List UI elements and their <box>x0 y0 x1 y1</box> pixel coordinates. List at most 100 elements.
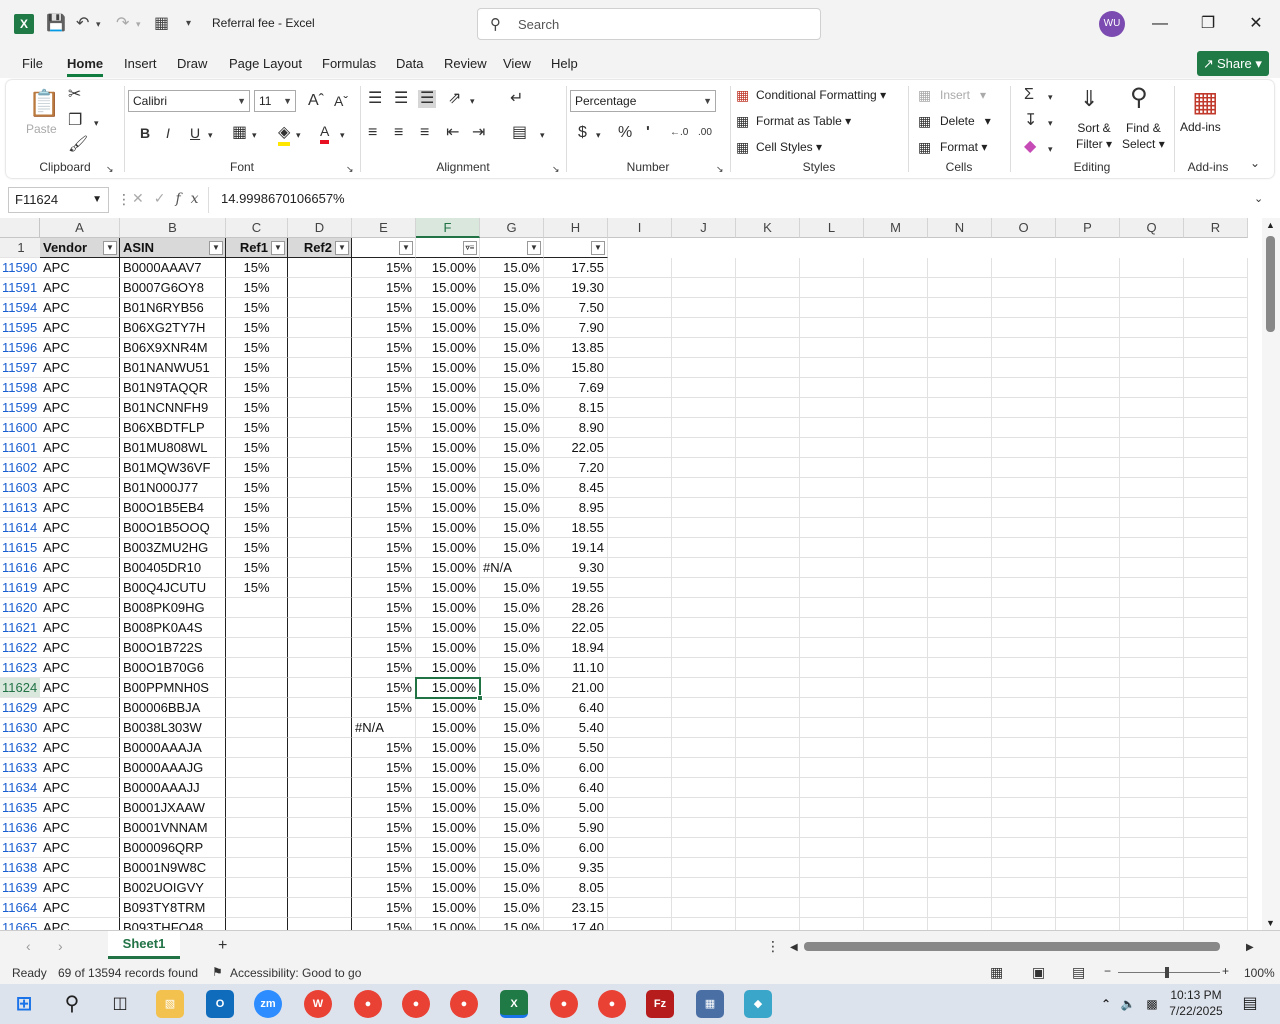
increase-decimal-icon[interactable]: ←.0 <box>670 124 688 142</box>
cell-a[interactable]: APC <box>40 358 120 378</box>
cell-p[interactable] <box>1056 278 1120 298</box>
cell-g[interactable]: 15.0% <box>480 758 544 778</box>
cell-l[interactable] <box>800 858 864 878</box>
cell-d[interactable] <box>288 498 352 518</box>
cell-l[interactable] <box>800 378 864 398</box>
cell-o[interactable] <box>992 678 1056 698</box>
cell-n[interactable] <box>928 878 992 898</box>
row-header[interactable]: 11598 <box>0 378 40 398</box>
cell-a[interactable]: APC <box>40 638 120 658</box>
cell-r[interactable] <box>1184 558 1248 578</box>
cell-e[interactable]: 15% <box>352 658 416 678</box>
cell-r[interactable] <box>1184 818 1248 838</box>
scroll-down-icon[interactable]: ▼ <box>1266 918 1275 928</box>
cell-k[interactable] <box>736 458 800 478</box>
cell-l[interactable] <box>800 458 864 478</box>
row-header[interactable]: 11621 <box>0 618 40 638</box>
cell-j[interactable] <box>672 438 736 458</box>
font-size-select[interactable]: 11 ▼ <box>254 90 296 112</box>
cell-e[interactable]: 15% <box>352 678 416 698</box>
cell-f[interactable]: 15.00% <box>416 678 480 698</box>
row-header[interactable]: 11630 <box>0 718 40 738</box>
borders-icon[interactable]: ▦ <box>232 124 247 142</box>
cell-g[interactable]: 15.0% <box>480 478 544 498</box>
cell-j[interactable] <box>672 498 736 518</box>
cell-f[interactable]: 15.00% <box>416 278 480 298</box>
cell-k[interactable] <box>736 378 800 398</box>
cell-p[interactable] <box>1056 758 1120 778</box>
cell-o[interactable] <box>992 558 1056 578</box>
cell-n[interactable] <box>928 838 992 858</box>
cell-q[interactable] <box>1120 318 1184 338</box>
sheet-tab-sheet1[interactable]: Sheet1 <box>108 931 180 959</box>
cell-j[interactable] <box>672 398 736 418</box>
cell-b[interactable]: B06XBDTFLP <box>120 418 226 438</box>
cell-c[interactable]: 15% <box>226 458 288 478</box>
cell-b[interactable]: B093THFQ48 <box>120 918 226 930</box>
cell-g[interactable]: 15.0% <box>480 278 544 298</box>
cell-o[interactable] <box>992 598 1056 618</box>
vertical-scroll-thumb[interactable] <box>1266 236 1275 332</box>
cell-j[interactable] <box>672 358 736 378</box>
cell-b[interactable]: B00O1B5EB4 <box>120 498 226 518</box>
cell-n[interactable] <box>928 718 992 738</box>
cell-f[interactable]: 15.00% <box>416 438 480 458</box>
cell-l[interactable] <box>800 418 864 438</box>
close-icon[interactable]: ✕ <box>1244 12 1268 36</box>
align-top-icon[interactable]: ☰ <box>368 90 382 108</box>
cell-l[interactable] <box>800 338 864 358</box>
prev-sheet-icon[interactable]: ‹ <box>26 937 31 955</box>
cell-k[interactable] <box>736 538 800 558</box>
cell-i[interactable] <box>608 858 672 878</box>
cell-h[interactable]: 9.35 <box>544 858 608 878</box>
column-header-m[interactable]: M <box>864 218 928 238</box>
cell-e[interactable]: 15% <box>352 858 416 878</box>
cell-r[interactable] <box>1184 458 1248 478</box>
align-bottom-icon[interactable]: ☰ <box>418 90 437 108</box>
cell-a[interactable]: APC <box>40 778 120 798</box>
cell-c[interactable] <box>226 758 288 778</box>
row-header[interactable]: 11599 <box>0 398 40 418</box>
cell-r[interactable] <box>1184 318 1248 338</box>
cell-a[interactable]: APC <box>40 858 120 878</box>
cell-a[interactable]: APC <box>40 458 120 478</box>
cell-h[interactable]: 21.00 <box>544 678 608 698</box>
cell-a[interactable]: APC <box>40 798 120 818</box>
cell-b[interactable]: B003ZMU2HG <box>120 538 226 558</box>
cell-q[interactable] <box>1120 758 1184 778</box>
cell-l[interactable] <box>800 658 864 678</box>
cell-r[interactable] <box>1184 738 1248 758</box>
cell-b[interactable]: B002UOIGVY <box>120 878 226 898</box>
cell-o[interactable] <box>992 658 1056 678</box>
cell-n[interactable] <box>928 418 992 438</box>
cell-m[interactable] <box>864 298 928 318</box>
cell-f[interactable]: 15.00% <box>416 618 480 638</box>
cell-c[interactable] <box>226 778 288 798</box>
currency-dropdown-icon[interactable]: ▾ <box>596 126 601 144</box>
formula-input[interactable]: 14.9998670106657% <box>208 187 1272 213</box>
cell-h[interactable]: 8.05 <box>544 878 608 898</box>
cell-o[interactable] <box>992 838 1056 858</box>
cell-e[interactable]: 15% <box>352 458 416 478</box>
cell-q[interactable] <box>1120 718 1184 738</box>
decrease-font-icon[interactable]: Aˇ <box>334 92 348 110</box>
column-header-h[interactable]: H <box>544 218 608 238</box>
cell-o[interactable] <box>992 718 1056 738</box>
cell-k[interactable] <box>736 778 800 798</box>
cell-j[interactable] <box>672 898 736 918</box>
header-cell-g[interactable]: ▼ <box>480 238 544 258</box>
cell-n[interactable] <box>928 698 992 718</box>
cell-r[interactable] <box>1184 478 1248 498</box>
cell-j[interactable] <box>672 738 736 758</box>
cell-k[interactable] <box>736 618 800 638</box>
select-all-corner[interactable] <box>0 218 40 238</box>
cell-i[interactable] <box>608 558 672 578</box>
cell-g[interactable]: 15.0% <box>480 698 544 718</box>
cell-k[interactable] <box>736 758 800 778</box>
cell-a[interactable]: APC <box>40 558 120 578</box>
cell-q[interactable] <box>1120 538 1184 558</box>
cell-q[interactable] <box>1120 858 1184 878</box>
cell-b[interactable]: B06XG2TY7H <box>120 318 226 338</box>
cell-d[interactable] <box>288 818 352 838</box>
cell-n[interactable] <box>928 338 992 358</box>
